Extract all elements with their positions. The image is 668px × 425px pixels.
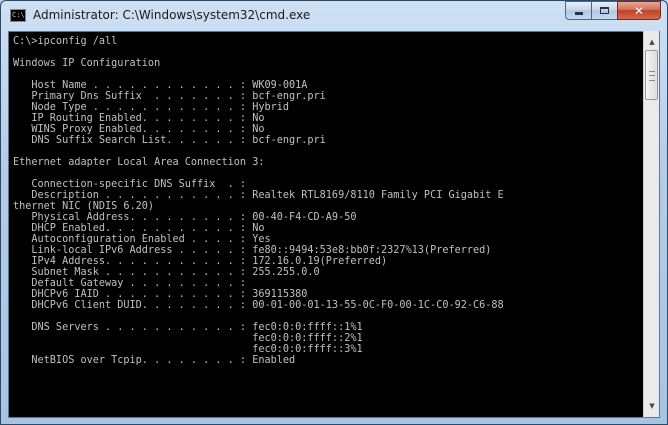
minimize-button[interactable] (565, 1, 591, 20)
console-line: Default Gateway . . . . . . . . . : (13, 278, 247, 289)
window-title: Administrator: C:\Windows\system32\cmd.e… (33, 8, 311, 22)
close-button[interactable]: ✕ (617, 1, 661, 20)
cmd-app-icon[interactable]: C:\ (10, 9, 26, 22)
console-line: fec0:0:0:ffff::2%1 (13, 333, 363, 344)
console-line: IP Routing Enabled. . . . . . . . : No (13, 113, 265, 124)
close-icon: ✕ (633, 3, 645, 18)
scroll-down-icon[interactable]: ▼ (644, 398, 660, 414)
console-line: Autoconfiguration Enabled . . . . : Yes (13, 234, 271, 245)
console-line: DNS Servers . . . . . . . . . . . : fec0… (13, 322, 363, 333)
console-output[interactable]: C:\>ipconfig /all Windows IP Configuratio… (8, 31, 643, 418)
console-line: DHCPv6 Client DUID. . . . . . . . : 00-0… (13, 300, 504, 311)
console-line: Node Type . . . . . . . . . . . . : Hybr… (13, 102, 290, 113)
console-line: Connection-specific DNS Suffix . : (13, 179, 247, 190)
console-line: Windows IP Configuration (13, 58, 161, 69)
title-bar[interactable]: C:\ Administrator: C:\Windows\system32\c… (1, 1, 667, 31)
console-line: fec0:0:0:ffff::3%1 (13, 344, 363, 355)
console-text: C:\>ipconfig /all Windows IP Configuratio… (9, 32, 643, 366)
scroll-up-icon[interactable]: ▲ (644, 34, 660, 50)
console-line: Primary Dns Suffix . . . . . . . : bcf-e… (13, 91, 326, 102)
maximize-icon (600, 7, 609, 14)
minimize-icon (574, 12, 583, 15)
console-line: Description . . . . . . . . . . . : Real… (13, 190, 504, 201)
console-line: Ethernet adapter Local Area Connection 3… (13, 157, 265, 168)
console-line: Host Name . . . . . . . . . . . . : WK09… (13, 80, 308, 91)
caption-buttons: ✕ (565, 1, 661, 21)
console-line: DHCP Enabled. . . . . . . . . . . : No (13, 223, 265, 234)
scrollbar-thumb[interactable] (645, 50, 658, 100)
console-line: C:\>ipconfig /all (13, 36, 118, 47)
console-line: WINS Proxy Enabled. . . . . . . . : No (13, 124, 265, 135)
cmd-window: C:\ Administrator: C:\Windows\system32\c… (0, 0, 668, 425)
console-line: Physical Address. . . . . . . . . : 00-4… (13, 212, 357, 223)
console-line: NetBIOS over Tcpip. . . . . . . . : Enab… (13, 355, 296, 366)
thumb-grip-icon (649, 71, 655, 81)
maximize-button[interactable] (591, 1, 617, 20)
console-line: DHCPv6 IAID . . . . . . . . . . . : 3691… (13, 289, 308, 300)
console-line: IPv4 Address. . . . . . . . . . . : 172.… (13, 256, 388, 267)
vertical-scrollbar[interactable]: ▲ ▼ (643, 31, 660, 418)
console-line: Subnet Mask . . . . . . . . . . . : 255.… (13, 267, 320, 278)
console-line: DNS Suffix Search List. . . . . . : bcf-… (13, 135, 326, 146)
console-line: Link-local IPv6 Address . . . . . : fe80… (13, 245, 492, 256)
console-line: thernet NIC (NDIS 6.20) (13, 201, 155, 212)
